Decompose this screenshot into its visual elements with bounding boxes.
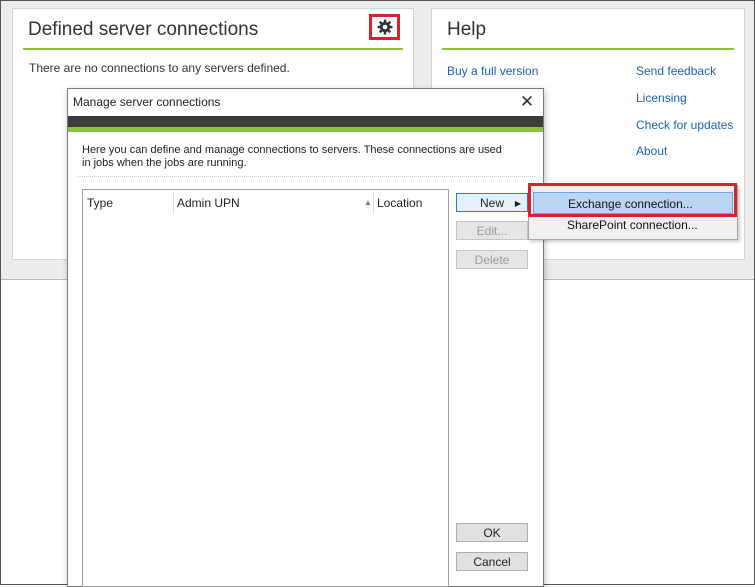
dialog-header-band bbox=[68, 116, 543, 127]
column-divider bbox=[373, 192, 374, 214]
no-connections-message: There are no connections to any servers … bbox=[29, 61, 290, 75]
check-for-updates-link[interactable]: Check for updates bbox=[636, 118, 733, 132]
menu-item-label: SharePoint connection... bbox=[567, 218, 698, 232]
sort-ascending-icon: ▲ bbox=[364, 198, 372, 207]
new-button[interactable]: New ▶ bbox=[456, 193, 528, 212]
settings-button[interactable] bbox=[369, 14, 400, 40]
close-icon[interactable]: ✕ bbox=[516, 92, 538, 112]
submenu-arrow-icon: ▶ bbox=[514, 199, 521, 208]
help-title-underline bbox=[442, 48, 734, 50]
ok-button[interactable]: OK bbox=[456, 523, 528, 542]
highlight-annotation-frame bbox=[528, 183, 737, 217]
edit-button[interactable]: Edit... bbox=[456, 221, 528, 240]
delete-button[interactable]: Delete bbox=[456, 250, 528, 269]
column-header-admin-upn[interactable]: Admin UPN bbox=[177, 196, 240, 210]
send-feedback-link[interactable]: Send feedback bbox=[636, 64, 716, 78]
about-link[interactable]: About bbox=[636, 144, 667, 158]
dialog-titlebar: Manage server connections ✕ bbox=[68, 89, 543, 116]
dialog-separator bbox=[78, 176, 535, 177]
column-header-location[interactable]: Location bbox=[377, 196, 422, 210]
help-title: Help bbox=[447, 19, 487, 40]
buy-full-version-link[interactable]: Buy a full version bbox=[447, 64, 538, 78]
panel-title: Defined server connections bbox=[28, 19, 259, 40]
column-header-type[interactable]: Type bbox=[87, 196, 113, 210]
panel-title-underline bbox=[23, 48, 403, 50]
dialog-title: Manage server connections bbox=[73, 95, 221, 109]
gear-icon bbox=[377, 19, 393, 35]
manage-server-connections-dialog: Manage server connections ✕ Here you can… bbox=[67, 88, 544, 587]
dialog-content: Here you can define and manage connectio… bbox=[68, 132, 543, 587]
cancel-button[interactable]: Cancel bbox=[456, 552, 528, 571]
licensing-link[interactable]: Licensing bbox=[636, 91, 687, 105]
new-button-label: New bbox=[479, 196, 504, 210]
dialog-description: Here you can define and manage connectio… bbox=[82, 144, 502, 169]
menu-item-sharepoint-connection[interactable]: SharePoint connection... bbox=[533, 214, 733, 236]
column-divider bbox=[173, 192, 174, 214]
connections-list[interactable]: Type Admin UPN ▲ Location bbox=[82, 189, 449, 587]
